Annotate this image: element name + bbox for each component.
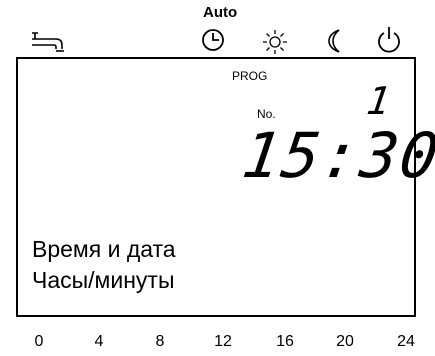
hour-label-12: 12 <box>214 333 232 350</box>
hour-label-4: 4 <box>94 333 104 350</box>
info-line-2: Часы/минуты <box>32 267 175 293</box>
power-icon[interactable] <box>375 24 403 54</box>
hour-label-8: 8 <box>155 333 165 350</box>
hour-scale: 0 4 8 12 16 20 24 <box>0 333 435 353</box>
lcd-screen: PROG No. 1 15:30 Время и дата Часы/минут… <box>16 57 435 317</box>
program-number: 1 <box>364 79 396 123</box>
moon-icon[interactable] <box>323 28 347 54</box>
tap-icon[interactable] <box>30 29 70 53</box>
hour-label-24: 24 <box>397 333 415 350</box>
auto-mode-label: Auto <box>203 4 238 21</box>
clock-icon[interactable] <box>200 27 226 53</box>
hour-label-0: 0 <box>34 333 44 350</box>
hour-label-16: 16 <box>276 333 294 350</box>
prog-label: PROG <box>232 69 268 83</box>
time-display: 15:30 <box>237 119 435 192</box>
sun-icon[interactable] <box>262 29 288 55</box>
info-line-1: Время и дата <box>32 236 176 262</box>
hour-label-20: 20 <box>336 333 354 350</box>
